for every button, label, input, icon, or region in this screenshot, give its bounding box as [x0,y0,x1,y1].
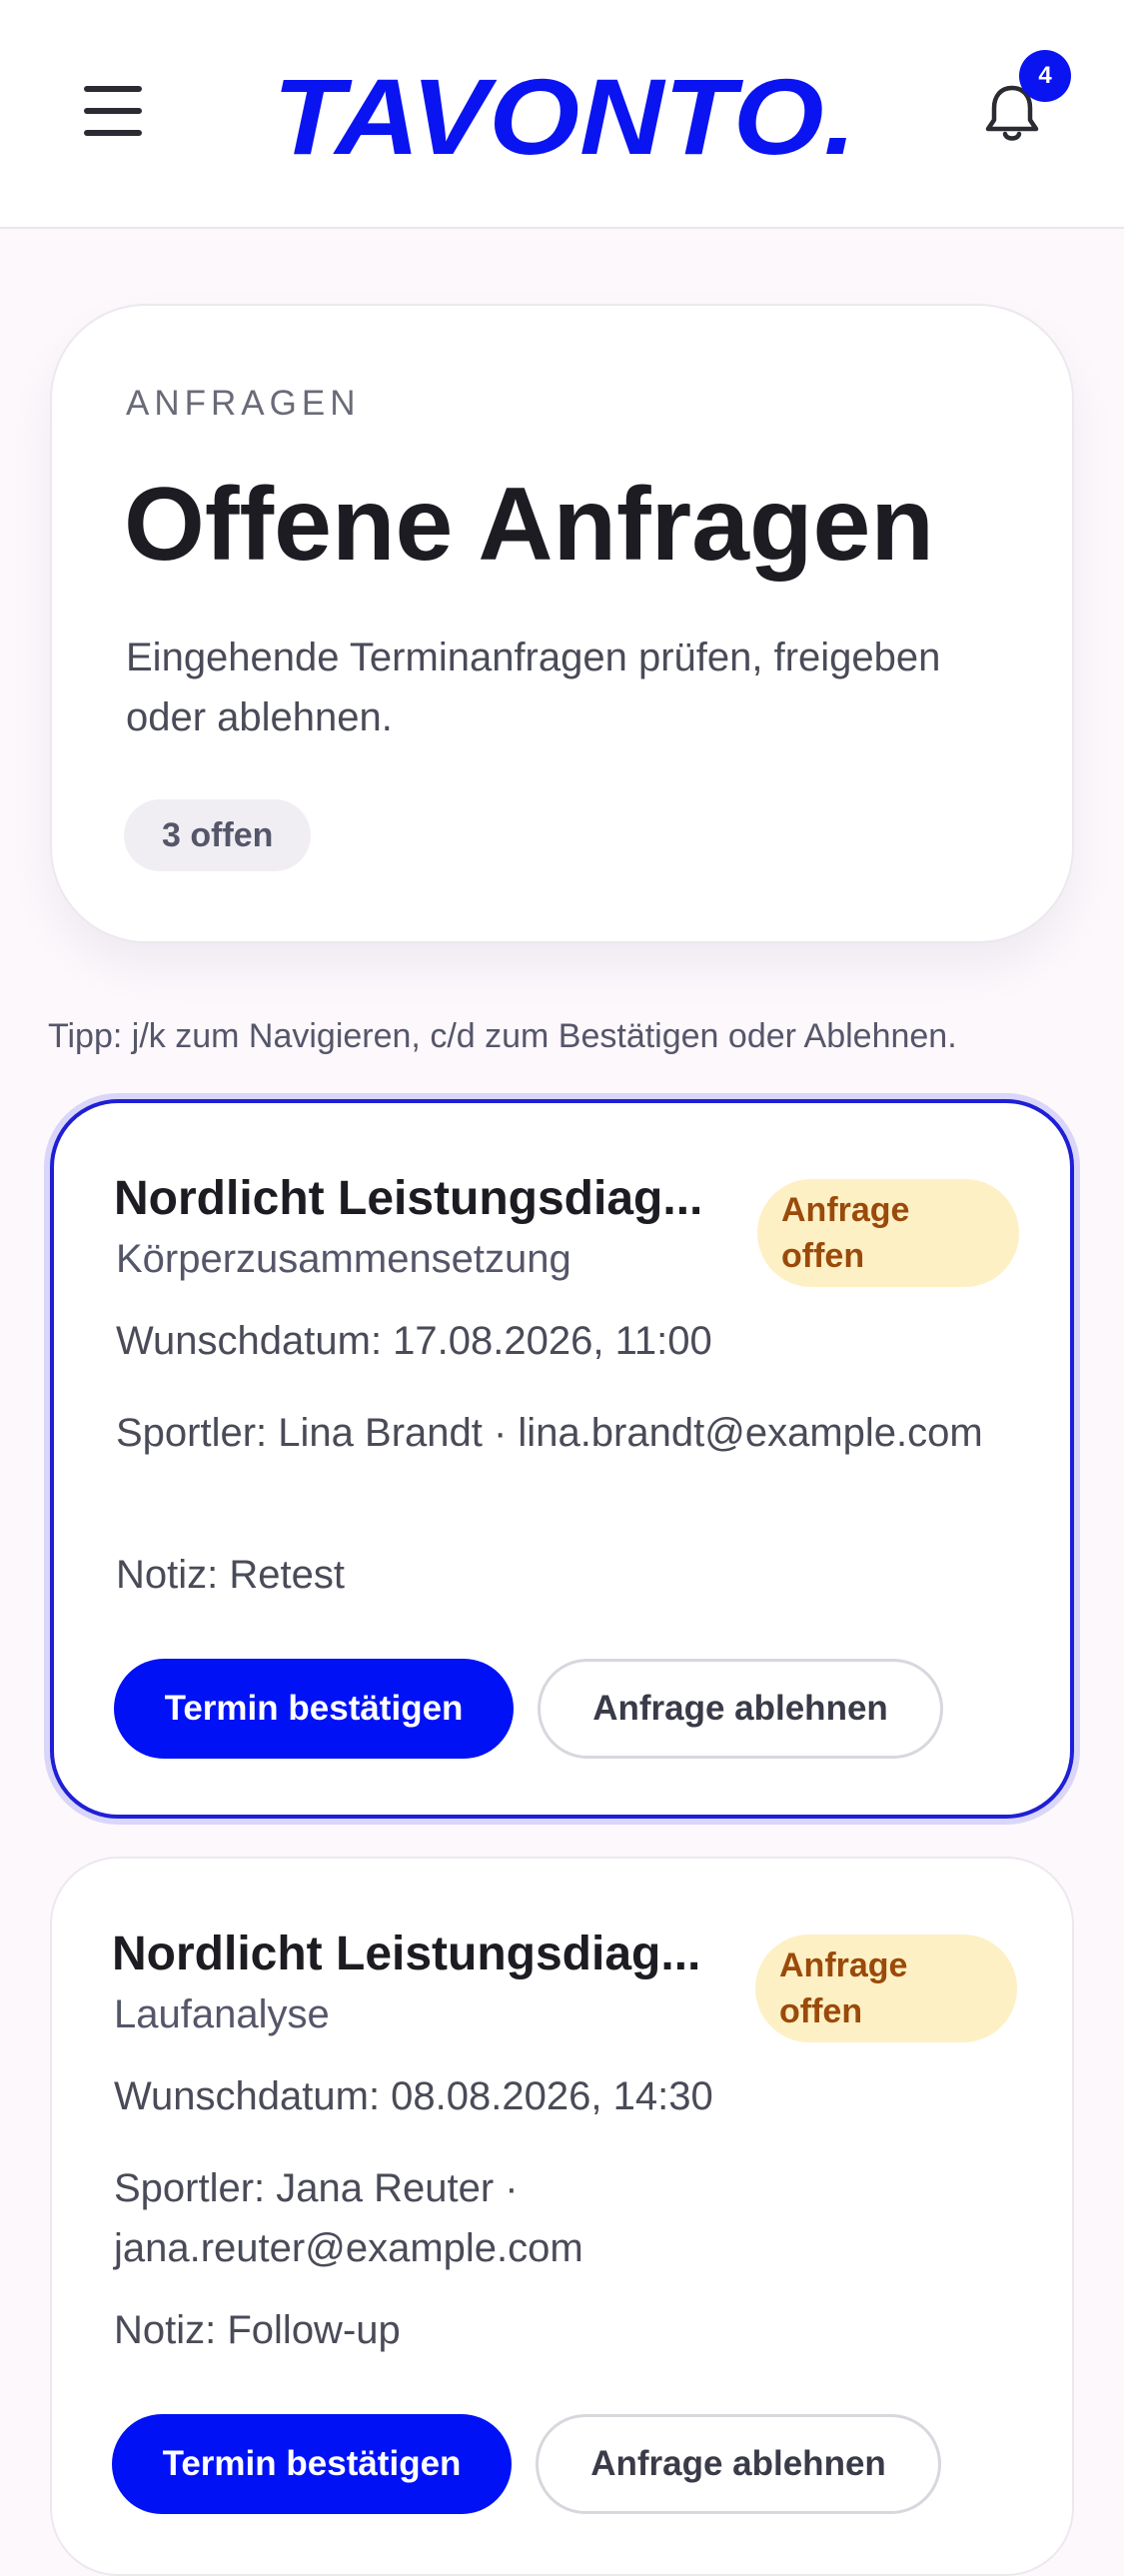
request-card[interactable]: Nordlicht Leistungsdiag... Anfrage offen… [50,1099,1074,1819]
decline-request-button[interactable]: Anfrage ablehnen [538,1659,943,1759]
request-athlete: Sportler: Jana Reuter · jana.reuter@exam… [114,2166,583,2270]
keyboard-tip: Tipp: j/k zum Navigieren, c/d zum Bestät… [48,1017,957,1055]
page-title: Offene Anfragen [124,467,934,583]
top-bar: TAVONTO. 4 [0,0,1124,229]
request-title: Nordlicht Leistungsdiag... [112,1928,701,1980]
request-service: Körperzusammensetzung [116,1237,571,1281]
decline-request-button[interactable]: Anfrage ablehnen [536,2414,941,2514]
status-badge: Anfrage offen [757,1179,1019,1287]
page-description: Eingehende Terminanfragen prüfen, freige… [126,636,941,739]
request-card[interactable]: Nordlicht Leistungsdiag... Anfrage offen… [50,1857,1074,2576]
status-badge: Anfrage offen [755,1934,1017,2042]
tavonto-logo[interactable]: TAVONTO. [270,58,859,168]
confirm-appointment-button[interactable]: Termin bestätigen [114,1659,514,1759]
request-service: Laufanalyse [114,1992,330,2036]
request-note: Notiz: Retest [116,1553,345,1597]
request-date: Wunschdatum: 17.08.2026, 11:00 [116,1319,712,1363]
confirm-appointment-button[interactable]: Termin bestätigen [112,2414,512,2514]
requests-hero-card: ANFRAGEN Offene Anfragen Eingehende Term… [50,304,1074,943]
request-date: Wunschdatum: 08.08.2026, 14:30 [114,2074,713,2118]
notification-count-badge: 4 [1019,50,1071,102]
logo-text: TAVONTO. [273,58,856,168]
request-title: Nordlicht Leistungsdiag... [114,1172,703,1225]
open-count-badge: 3 offen [124,799,312,871]
section-eyebrow: ANFRAGEN [126,384,361,423]
request-athlete: Sportler: Lina Brandt · lina.brandt@exam… [116,1411,983,1455]
hamburger-menu-icon[interactable] [84,86,142,136]
request-note: Notiz: Follow-up [114,2308,401,2352]
